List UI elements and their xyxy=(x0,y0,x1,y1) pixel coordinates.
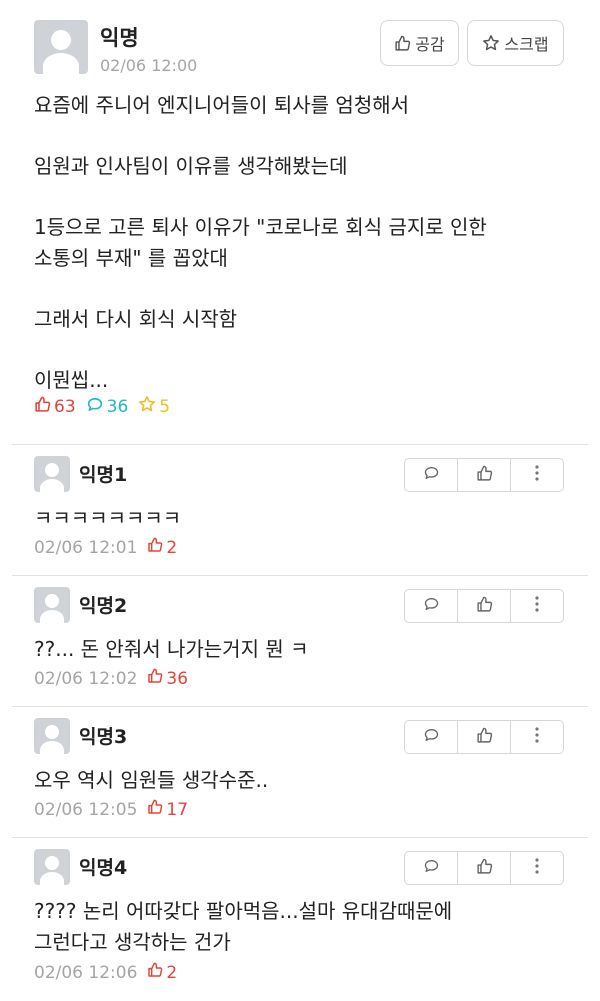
post-comment-count: 36 xyxy=(86,396,129,418)
comment-text: 오우 역시 임원들 생각수준.. xyxy=(34,765,554,796)
post-body-line: 이뭔씹... xyxy=(34,368,109,392)
comment-meta: 02/06 12:01 2 xyxy=(34,537,177,558)
comment-text-line: 그런다고 생각하는 건가 xyxy=(34,930,231,954)
post-like-button[interactable]: 공감 xyxy=(380,20,459,66)
thumbs-up-icon xyxy=(476,727,493,748)
comment-more-button[interactable] xyxy=(511,852,563,884)
post-body-line: 1등으로 고른 퇴사 이유가 "코로나로 회식 금지로 인한 xyxy=(34,215,487,239)
comment-item: 익명1 ㅋㅋㅋㅋㅋㅋㅋㅋ 02/06 12:01 2 xyxy=(0,444,600,575)
article-page: 익명 02/06 12:00 공감 스크랩 요즘에 주니어 엔지니어들이 퇴사를… xyxy=(0,0,600,1001)
thumbs-up-icon xyxy=(147,668,166,689)
comment-like-button[interactable] xyxy=(458,590,511,622)
comment-like-count-value: 17 xyxy=(166,799,189,820)
star-icon xyxy=(482,34,500,52)
more-vertical-icon xyxy=(534,857,540,879)
comment-author-avatar xyxy=(34,849,70,885)
comment-more-button[interactable] xyxy=(511,459,563,491)
comment-text: ??... 돈 안줘서 나가는거지 뭔 ㅋ xyxy=(34,634,554,665)
comment-text-line: ???? 논리 어따갖다 팔아먹음...설마 유대감때문에 xyxy=(34,899,453,923)
comment-meta: 02/06 12:06 2 xyxy=(34,962,177,983)
thumbs-up-icon xyxy=(34,396,54,418)
post-like-button-label: 공감 xyxy=(415,35,445,54)
post-body-line: 임원과 인사팀이 이유를 생각해봤는데 xyxy=(34,154,348,178)
comment-text: ???? 논리 어따갖다 팔아먹음...설마 유대감때문에 그런다고 생각하는 … xyxy=(34,896,554,958)
post-scrap-count: 5 xyxy=(138,395,170,418)
post-author-name: 익명 xyxy=(100,26,139,50)
comment-timestamp: 02/06 12:06 xyxy=(34,962,138,983)
comment-like-button[interactable] xyxy=(458,852,511,884)
comment-text-line: 오우 역시 임원들 생각수준.. xyxy=(34,768,269,792)
comment-text-line: ㅋㅋㅋㅋㅋㅋㅋㅋ xyxy=(34,506,182,530)
comment-action-group xyxy=(404,589,564,623)
thumbs-up-icon xyxy=(147,799,166,820)
post-timestamp: 02/06 12:00 xyxy=(100,56,198,75)
post-comment-count-value: 36 xyxy=(106,396,129,417)
comment-timestamp: 02/06 12:02 xyxy=(34,668,138,689)
comment-reply-button[interactable] xyxy=(405,590,458,622)
comment-action-group xyxy=(404,720,564,754)
post-like-count-value: 63 xyxy=(54,396,76,417)
comment-like-count: 2 xyxy=(147,537,177,558)
post-scrap-button-label: 스크랩 xyxy=(504,35,549,54)
comment-author-name: 익명1 xyxy=(79,464,128,486)
comment-like-count: 36 xyxy=(147,668,188,689)
thumbs-up-icon xyxy=(476,465,493,486)
comment-item: 익명4 ???? 논리 어따갖다 팔아먹음...설마 유대감때문에 그런다고 생… xyxy=(0,837,600,1001)
comment-timestamp: 02/06 12:01 xyxy=(34,537,138,558)
comment-like-count: 2 xyxy=(147,962,177,983)
post-scrap-button[interactable]: 스크랩 xyxy=(467,20,564,66)
more-vertical-icon xyxy=(534,464,540,486)
comment-like-count-value: 2 xyxy=(166,962,178,983)
post-body-line: 그래서 다시 회식 시작함 xyxy=(34,307,238,331)
speech-bubble-icon xyxy=(423,596,440,616)
comment-like-count-value: 2 xyxy=(166,537,178,558)
comment-item: 익명3 오우 역시 임원들 생각수준.. 02/06 12:05 17 xyxy=(0,706,600,837)
comment-reply-button[interactable] xyxy=(405,852,458,884)
comment-author-name: 익명3 xyxy=(79,726,128,748)
comment-meta: 02/06 12:05 17 xyxy=(34,799,188,820)
comment-author-avatar xyxy=(34,456,70,492)
comment-author-name: 익명4 xyxy=(79,857,128,879)
comment-text: ㅋㅋㅋㅋㅋㅋㅋㅋ xyxy=(34,503,554,534)
speech-bubble-icon xyxy=(86,396,107,418)
post-body-line: 요즘에 주니어 엔지니어들이 퇴사를 엄청해서 xyxy=(34,93,410,117)
thumbs-up-icon xyxy=(476,596,493,617)
comment-text-line: ??... 돈 안줘서 나가는거지 뭔 ㅋ xyxy=(34,637,309,661)
speech-bubble-icon xyxy=(423,858,440,878)
post-stats: 63 36 5 xyxy=(34,395,180,418)
comment-meta: 02/06 12:02 36 xyxy=(34,668,188,689)
comment-item: 익명2 ??... 돈 안줘서 나가는거지 뭔 ㅋ 02/06 12:02 36 xyxy=(0,575,600,706)
speech-bubble-icon xyxy=(423,727,440,747)
comment-more-button[interactable] xyxy=(511,721,563,753)
more-vertical-icon xyxy=(534,595,540,617)
post-scrap-count-value: 5 xyxy=(159,396,171,417)
comment-author-name: 익명2 xyxy=(79,595,128,617)
comment-action-group xyxy=(404,851,564,885)
comment-reply-button[interactable] xyxy=(405,721,458,753)
speech-bubble-icon xyxy=(423,465,440,485)
star-icon xyxy=(138,395,159,418)
post-like-count: 63 xyxy=(34,396,76,418)
comment-author-avatar xyxy=(34,587,70,623)
comment-like-button[interactable] xyxy=(458,459,511,491)
post-body: 요즘에 주니어 엔지니어들이 퇴사를 엄청해서 임원과 인사팀이 이유를 생각해… xyxy=(34,90,574,396)
post: 익명 02/06 12:00 공감 스크랩 요즘에 주니어 엔지니어들이 퇴사를… xyxy=(0,0,600,444)
thumbs-up-icon xyxy=(394,35,411,52)
thumbs-up-icon xyxy=(147,537,166,558)
comment-like-count-value: 36 xyxy=(166,668,189,689)
post-body-line: 소통의 부재" 를 꼽았대 xyxy=(34,246,228,270)
thumbs-up-icon xyxy=(476,858,493,879)
comment-reply-button[interactable] xyxy=(405,459,458,491)
comment-more-button[interactable] xyxy=(511,590,563,622)
comment-action-group xyxy=(404,458,564,492)
comment-author-avatar xyxy=(34,718,70,754)
comment-like-count: 17 xyxy=(147,799,188,820)
post-author-avatar xyxy=(34,20,88,74)
comment-like-button[interactable] xyxy=(458,721,511,753)
comment-timestamp: 02/06 12:05 xyxy=(34,799,138,820)
thumbs-up-icon xyxy=(147,962,166,983)
more-vertical-icon xyxy=(534,726,540,748)
